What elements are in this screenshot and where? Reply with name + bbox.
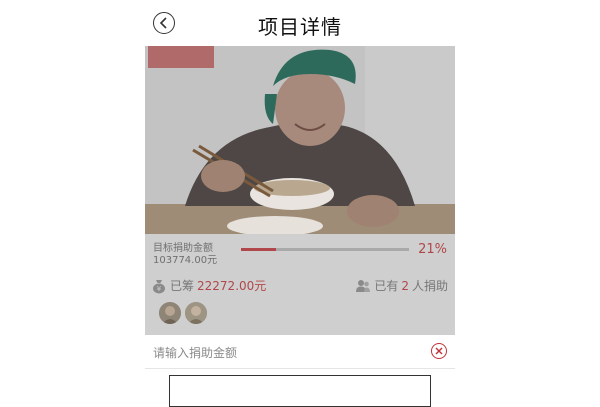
project-photo[interactable]	[145, 46, 455, 234]
goal-amount: 103774.00元	[153, 255, 218, 266]
avatar-image	[185, 302, 207, 324]
close-icon	[435, 347, 443, 355]
people-icon	[356, 279, 371, 292]
avatar[interactable]	[159, 302, 181, 324]
amount-input-box[interactable]	[169, 375, 431, 407]
page-title: 项目详情	[258, 15, 342, 39]
progress-bar	[241, 248, 409, 251]
donors-suffix: 人捐助	[411, 279, 448, 293]
donors-prefix: 已有	[374, 279, 399, 293]
svg-text:¥: ¥	[157, 285, 162, 293]
raised-prefix: 已筹	[170, 279, 195, 293]
money-bag-icon: ¥	[153, 279, 165, 293]
raised-amount: 22272.00元	[197, 279, 267, 293]
header-bar: 项目详情	[0, 0, 600, 46]
donors-count: 2	[401, 278, 409, 293]
close-button[interactable]	[431, 343, 447, 359]
amount-input-placeholder[interactable]: 请输入捐助金额	[153, 344, 237, 361]
donor-avatars	[159, 302, 207, 324]
avatar[interactable]	[185, 302, 207, 324]
project-card: 目标捐助金额 103774.00元 21% ¥ 已筹 22272.00元 已有 2 人…	[145, 46, 455, 335]
donors-row: 已有 2 人捐助	[355, 277, 448, 294]
raised-amount-row: ¥ 已筹 22272.00元	[151, 277, 266, 294]
project-image	[145, 46, 455, 234]
avatar-image	[159, 302, 181, 324]
progress-percent: 21%	[418, 242, 447, 257]
progress-fill	[241, 248, 277, 251]
donation-amount-row: 请输入捐助金额	[145, 335, 455, 369]
